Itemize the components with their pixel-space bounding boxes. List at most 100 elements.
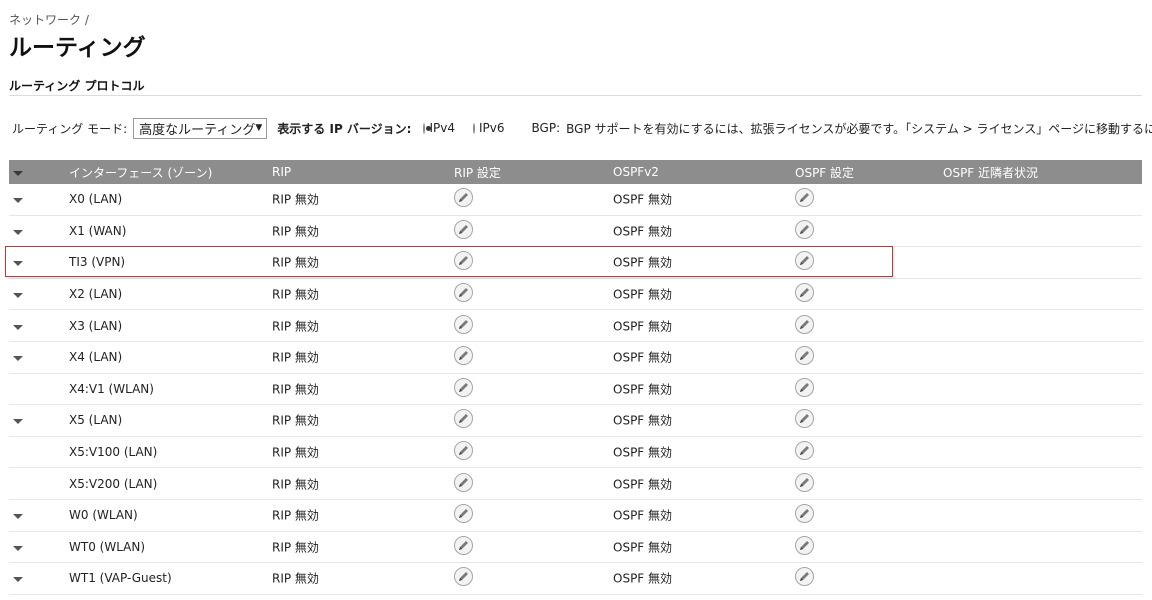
- ospf-status: OSPF 無効: [613, 571, 673, 586]
- expand-row-icon[interactable]: [13, 571, 23, 585]
- pencil-icon[interactable]: [795, 535, 814, 555]
- pencil-icon[interactable]: [795, 441, 814, 461]
- rip-settings-button[interactable]: [454, 504, 473, 526]
- rip-settings-button[interactable]: [454, 314, 473, 337]
- pencil-icon[interactable]: [795, 219, 814, 239]
- expand-row-icon[interactable]: [13, 287, 23, 301]
- table-row: X4 (LAN) RIP 無効 OSPF 無効: [9, 342, 1142, 374]
- pencil-icon[interactable]: [795, 283, 814, 303]
- ipv6-radio[interactable]: [473, 122, 475, 134]
- ospf-settings-button[interactable]: [795, 251, 814, 273]
- rip-settings-button[interactable]: [454, 346, 473, 368]
- bgp-label: BGP:: [531, 121, 561, 135]
- header-ospfv2[interactable]: OSPFv2: [613, 165, 659, 179]
- expand-row-icon[interactable]: [13, 413, 23, 427]
- rip-status: RIP 無効: [272, 319, 319, 334]
- expand-row-icon[interactable]: [13, 192, 23, 206]
- ospf-settings-button[interactable]: [795, 188, 814, 210]
- interface-name: X4:V1 (WLAN): [69, 381, 154, 396]
- pencil-icon[interactable]: [795, 377, 814, 397]
- routing-mode-label: ルーティング モード:: [12, 121, 128, 136]
- rip-settings-button[interactable]: [454, 188, 473, 210]
- ospf-settings-button[interactable]: [795, 472, 814, 495]
- interface-name: X5:V100 (LAN): [69, 445, 158, 460]
- pencil-icon[interactable]: [454, 251, 473, 271]
- header-rip-settings[interactable]: RIP 設定: [454, 164, 501, 181]
- interface-name: W0 (WLAN): [69, 508, 138, 523]
- ipv4-radio[interactable]: [423, 122, 432, 134]
- header-rip[interactable]: RIP: [272, 165, 291, 179]
- expand-row-icon[interactable]: [13, 319, 23, 333]
- table-row: X4:V1 (WLAN) RIP 無効 OSPF 無効: [9, 374, 1142, 406]
- rip-status: RIP 無効: [272, 477, 319, 492]
- pencil-icon[interactable]: [454, 346, 473, 366]
- table-body: X0 (LAN) RIP 無効 OSPF 無効 X1 (WAN) RIP 無効 …: [9, 184, 1142, 595]
- ospf-settings-button[interactable]: [795, 567, 814, 589]
- rip-status: RIP 無効: [272, 571, 319, 586]
- ipv4-label[interactable]: IPv4: [429, 121, 455, 135]
- rip-status: RIP 無効: [272, 350, 319, 365]
- pencil-icon[interactable]: [454, 283, 473, 303]
- pencil-icon[interactable]: [454, 409, 473, 429]
- pencil-icon[interactable]: [795, 346, 814, 366]
- table-row: WT0 (WLAN) RIP 無効 OSPF 無効: [9, 532, 1142, 564]
- pencil-icon[interactable]: [454, 441, 473, 461]
- rip-settings-button[interactable]: [454, 441, 473, 463]
- ospf-settings-button[interactable]: [795, 314, 814, 337]
- pencil-icon[interactable]: [454, 219, 473, 239]
- expand-row-icon[interactable]: [13, 350, 23, 364]
- expand-row-icon[interactable]: [13, 255, 23, 269]
- pencil-icon[interactable]: [795, 251, 814, 271]
- expand-all-icon[interactable]: [13, 165, 23, 179]
- ospf-settings-button[interactable]: [795, 409, 814, 431]
- dropdown-arrow-icon: ▼: [255, 123, 263, 133]
- expand-row-icon[interactable]: [13, 540, 23, 554]
- pencil-icon[interactable]: [795, 472, 814, 492]
- rip-settings-button[interactable]: [454, 535, 473, 558]
- routing-controls: ルーティング モード: 高度なルーティング ▼ 表示する IP バージョン: I…: [12, 116, 1152, 140]
- ospf-settings-button[interactable]: [795, 283, 814, 305]
- pencil-icon[interactable]: [454, 314, 473, 334]
- rip-settings-button[interactable]: [454, 567, 473, 589]
- rip-settings-button[interactable]: [454, 472, 473, 495]
- pencil-icon[interactable]: [454, 504, 473, 524]
- table-row: TI3 (VPN) RIP 無効 OSPF 無効: [9, 247, 1142, 279]
- pencil-icon[interactable]: [454, 472, 473, 492]
- ospf-settings-button[interactable]: [795, 219, 814, 242]
- routing-mode-select[interactable]: 高度なルーティング ▼: [133, 117, 268, 139]
- pencil-icon[interactable]: [795, 188, 814, 208]
- pencil-icon[interactable]: [795, 314, 814, 334]
- ospf-settings-button[interactable]: [795, 535, 814, 558]
- ospf-status: OSPF 無効: [613, 255, 673, 270]
- ospf-status: OSPF 無効: [613, 350, 673, 365]
- rip-settings-button[interactable]: [454, 219, 473, 242]
- pencil-icon[interactable]: [454, 188, 473, 208]
- header-interface[interactable]: インターフェース (ゾーン): [69, 164, 212, 181]
- ospf-settings-button[interactable]: [795, 441, 814, 463]
- header-ospf-settings[interactable]: OSPF 設定: [795, 164, 854, 181]
- ipv6-label[interactable]: IPv6: [479, 121, 505, 135]
- table-row: X5:V100 (LAN) RIP 無効 OSPF 無効: [9, 437, 1142, 469]
- interface-name: X2 (LAN): [69, 287, 123, 302]
- section-divider: [9, 95, 1142, 96]
- breadcrumb[interactable]: ネットワーク /: [9, 11, 89, 28]
- expand-row-icon[interactable]: [13, 224, 23, 238]
- rip-settings-button[interactable]: [454, 283, 473, 305]
- ospf-settings-button[interactable]: [795, 504, 814, 526]
- pencil-icon[interactable]: [795, 504, 814, 524]
- rip-settings-button[interactable]: [454, 377, 473, 400]
- rip-status: RIP 無効: [272, 540, 319, 555]
- pencil-icon[interactable]: [454, 567, 473, 587]
- rip-settings-button[interactable]: [454, 409, 473, 431]
- ospf-status: OSPF 無効: [613, 508, 673, 523]
- pencil-icon[interactable]: [454, 377, 473, 397]
- pencil-icon[interactable]: [454, 535, 473, 555]
- ospf-settings-button[interactable]: [795, 346, 814, 368]
- rip-settings-button[interactable]: [454, 251, 473, 273]
- ospf-settings-button[interactable]: [795, 377, 814, 400]
- pencil-icon[interactable]: [795, 409, 814, 429]
- expand-row-icon[interactable]: [13, 508, 23, 522]
- pencil-icon[interactable]: [795, 567, 814, 587]
- header-ospf-neighbor-status[interactable]: OSPF 近隣者状況: [943, 164, 1038, 181]
- table-row: WT1 (VAP-Guest) RIP 無効 OSPF 無効: [9, 563, 1142, 595]
